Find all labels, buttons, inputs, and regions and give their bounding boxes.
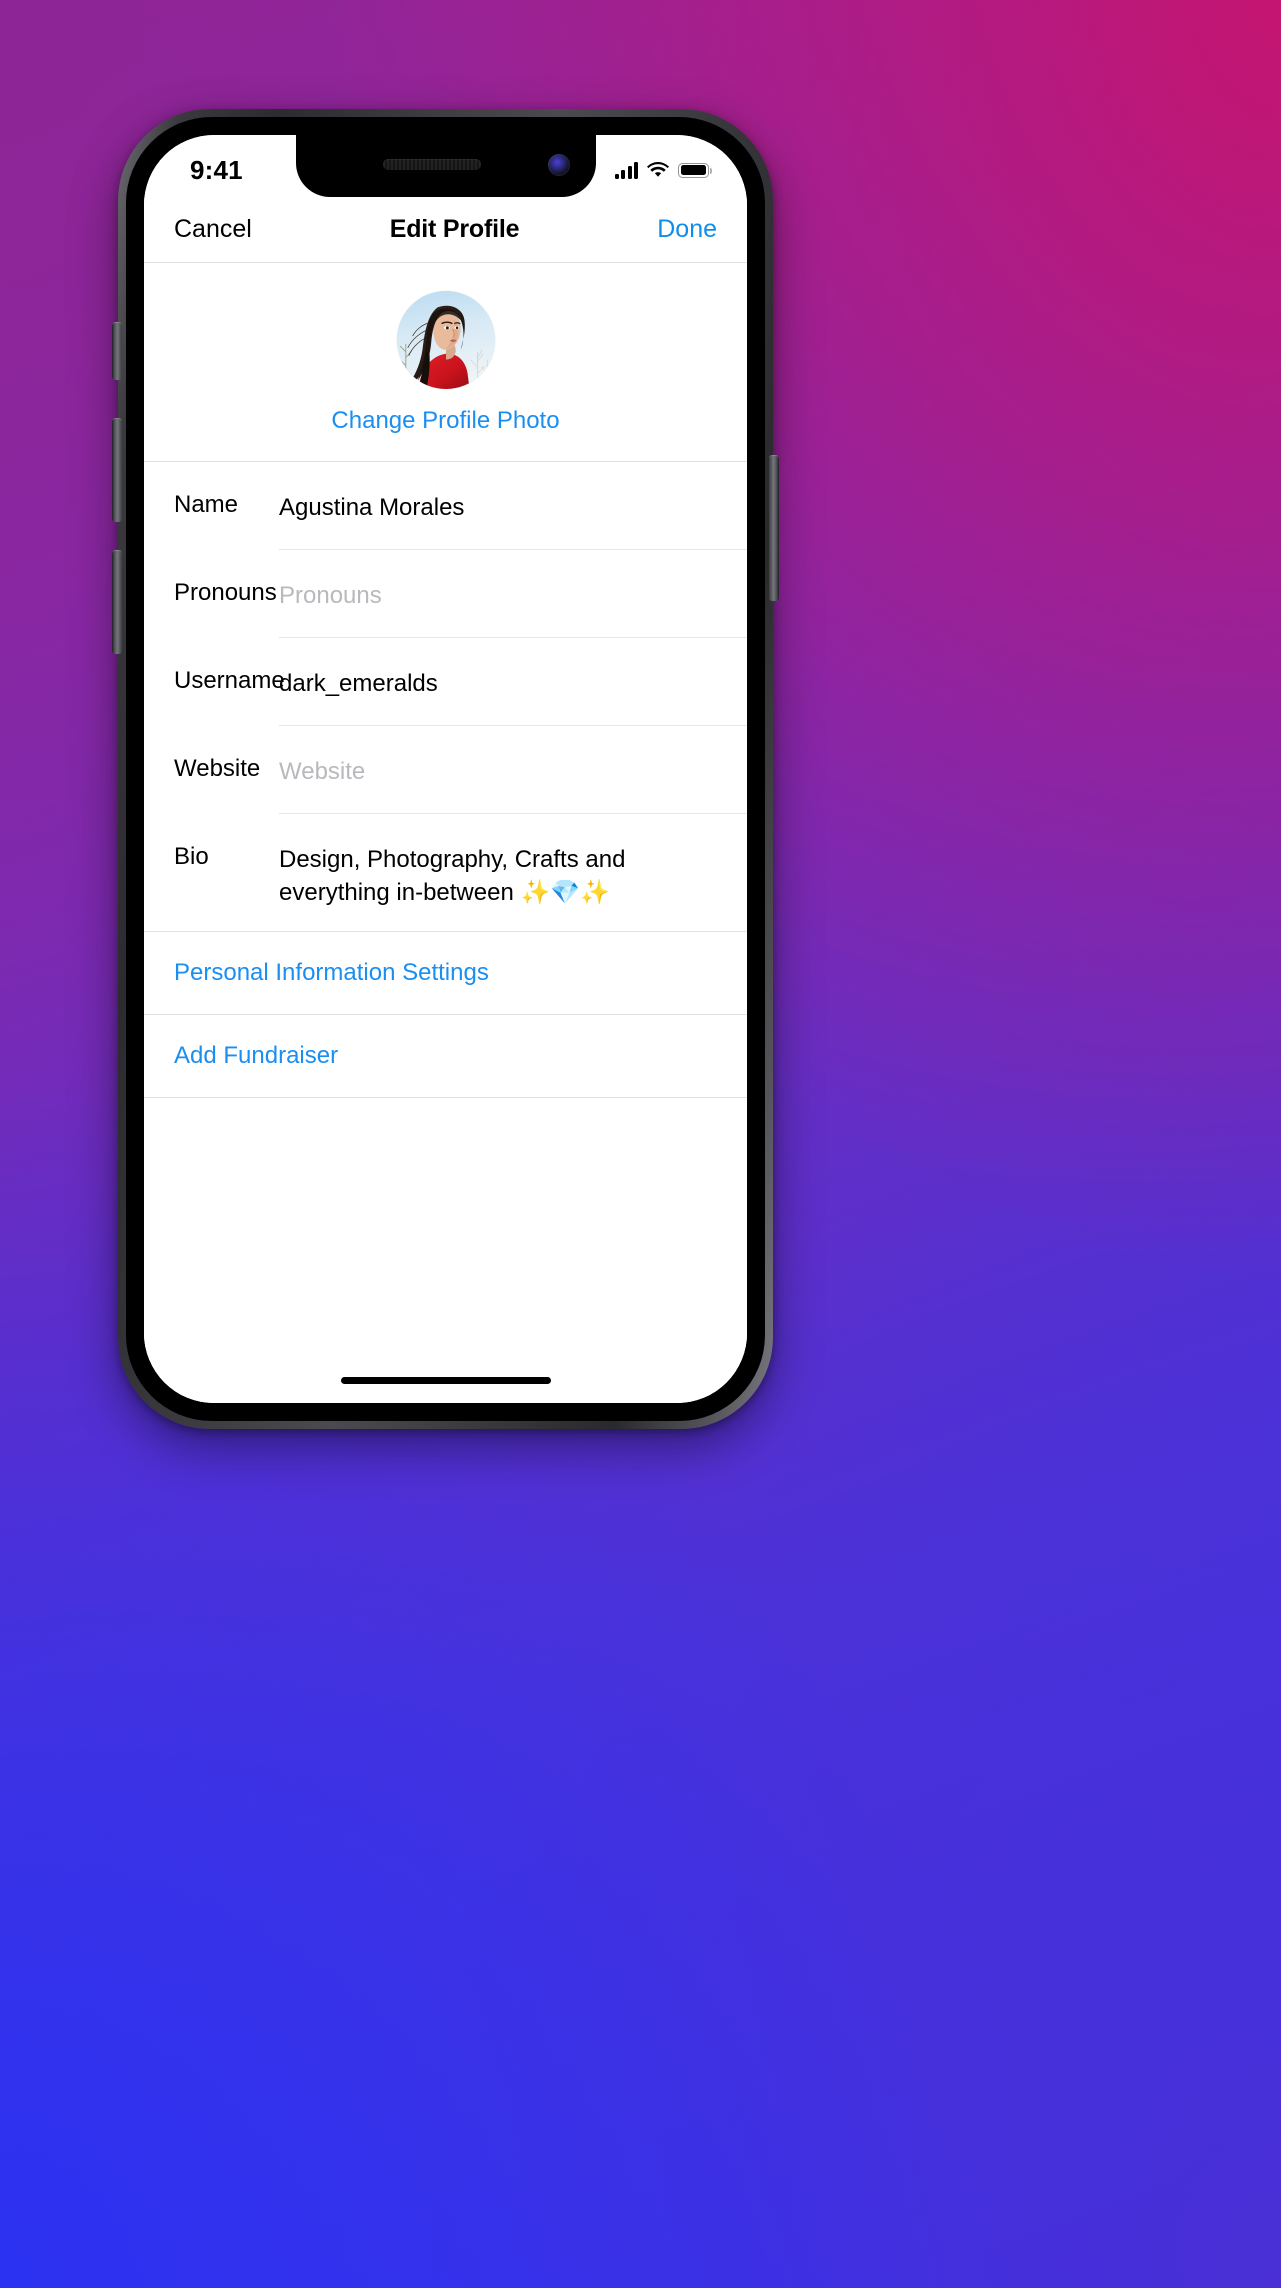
- power-button[interactable]: [769, 455, 779, 601]
- wifi-icon: [647, 161, 669, 179]
- field-row-pronouns[interactable]: Pronouns Pronouns: [144, 550, 747, 638]
- website-input[interactable]: Website: [279, 755, 747, 788]
- username-input[interactable]: dark_emeralds: [279, 667, 747, 700]
- bio-input[interactable]: Design, Photography, Crafts and everythi…: [279, 843, 747, 909]
- field-label: Username: [174, 667, 285, 694]
- add-fundraiser-link[interactable]: Add Fundraiser: [144, 1015, 747, 1099]
- field-label: Name: [174, 491, 239, 518]
- pronouns-input[interactable]: Pronouns: [279, 579, 747, 612]
- volume-down-button[interactable]: [112, 550, 122, 654]
- earpiece-speaker-icon: [382, 159, 481, 170]
- navigation-bar: Cancel Edit Profile Done: [144, 197, 747, 263]
- home-indicator[interactable]: [144, 1357, 747, 1403]
- personal-information-settings-link[interactable]: Personal Information Settings: [144, 932, 747, 1016]
- profile-photo-section: Change Profile Photo: [144, 263, 747, 462]
- front-camera-icon: [547, 154, 570, 176]
- field-label: Pronouns: [174, 579, 277, 606]
- page-title: Edit Profile: [389, 215, 520, 243]
- name-input[interactable]: Agustina Morales: [279, 491, 747, 524]
- field-label: Website: [174, 755, 261, 782]
- change-profile-photo-button[interactable]: Change Profile Photo: [144, 407, 747, 435]
- battery-full-icon: [678, 162, 712, 178]
- status-time: 9:41: [190, 154, 243, 185]
- device-notch: [295, 135, 596, 197]
- phone-screen: 9:41 Cancel Edit Profile Done Change Pro…: [144, 135, 747, 1403]
- field-row-website[interactable]: Website Website: [144, 726, 747, 814]
- field-row-bio[interactable]: Bio Design, Photography, Crafts and ever…: [144, 814, 747, 931]
- status-icons: [614, 161, 712, 179]
- signal-bars-icon: [614, 161, 638, 179]
- field-label: Bio: [174, 843, 209, 870]
- mute-switch-button[interactable]: [112, 322, 122, 380]
- home-indicator-bar[interactable]: [340, 1376, 551, 1384]
- volume-up-button[interactable]: [112, 418, 122, 522]
- field-row-name[interactable]: Name Agustina Morales: [144, 462, 747, 550]
- wallpaper-background: 9:41 Cancel Edit Profile Done Change Pro…: [0, 0, 1281, 2288]
- cancel-button[interactable]: Cancel: [174, 215, 252, 244]
- done-button[interactable]: Done: [657, 215, 717, 244]
- empty-space: [144, 1098, 747, 1357]
- avatar[interactable]: [396, 291, 495, 389]
- field-row-username[interactable]: Username dark_emeralds: [144, 638, 747, 726]
- profile-fields-section: Name Agustina Morales Pronouns Pronouns …: [144, 462, 747, 933]
